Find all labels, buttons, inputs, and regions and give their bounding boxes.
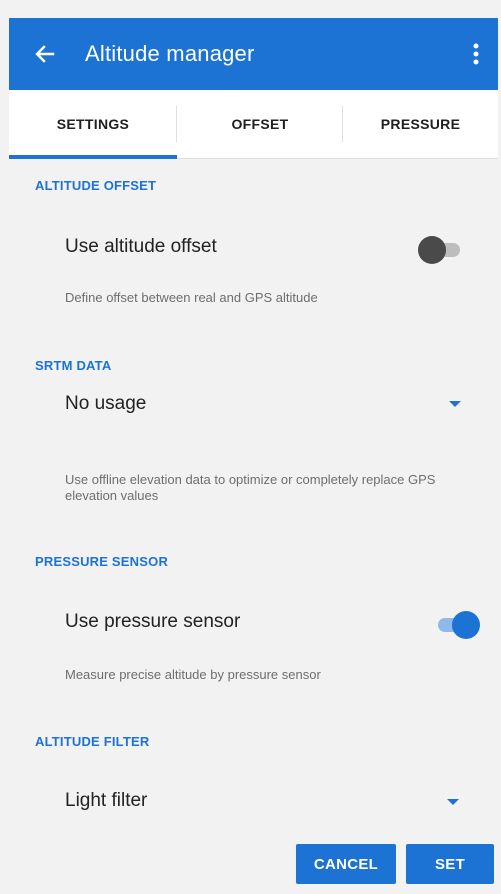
- srtm-data-description: Use offline elevation data to optimize o…: [65, 472, 436, 503]
- tab-settings-label: SETTINGS: [56, 116, 130, 132]
- pressure-sensor-title: Use pressure sensor: [65, 611, 241, 632]
- switch-thumb: [418, 236, 446, 264]
- section-header-srtm-data: SRTM DATA: [35, 358, 112, 373]
- tab-bar: SETTINGS OFFSET PRESSURE: [9, 90, 498, 159]
- section-header-altitude-filter: ALTITUDE FILTER: [35, 734, 150, 749]
- tab-settings[interactable]: SETTINGS: [9, 90, 177, 158]
- altitude-filter-value: Light filter: [65, 790, 148, 811]
- arrow-left-icon: [35, 45, 55, 63]
- tab-pressure-label: PRESSURE: [380, 116, 461, 132]
- overflow-menu-button[interactable]: [454, 18, 498, 90]
- tab-offset[interactable]: OFFSET: [177, 90, 343, 158]
- chevron-down-icon[interactable]: [449, 401, 461, 407]
- chevron-down-icon[interactable]: [447, 799, 459, 805]
- cancel-button[interactable]: CANCEL: [296, 844, 396, 884]
- set-button[interactable]: SET: [406, 844, 494, 884]
- back-button[interactable]: [9, 18, 81, 90]
- page-title: Altitude manager: [85, 41, 255, 66]
- section-header-pressure-sensor: PRESSURE SENSOR: [35, 554, 169, 569]
- altitude-offset-title: Use altitude offset: [65, 236, 217, 257]
- switch-thumb: [452, 611, 480, 639]
- pressure-sensor-description: Measure precise altitude by pressure sen…: [65, 667, 321, 682]
- srtm-data-value: No usage: [65, 393, 147, 414]
- tab-offset-label: OFFSET: [231, 116, 289, 132]
- more-vert-icon: [473, 43, 479, 65]
- tab-selected-indicator: [9, 155, 177, 159]
- pressure-sensor-switch[interactable]: [432, 611, 480, 639]
- altitude-manager-screen: Altitude manager SETTINGS OFFSET PRESSUR…: [0, 0, 501, 894]
- altitude-offset-description: Define offset between real and GPS altit…: [65, 290, 318, 305]
- app-bar: Altitude manager: [9, 18, 498, 90]
- tab-pressure[interactable]: PRESSURE: [343, 90, 498, 158]
- altitude-offset-switch[interactable]: [418, 236, 466, 264]
- section-header-altitude-offset: ALTITUDE OFFSET: [35, 178, 157, 193]
